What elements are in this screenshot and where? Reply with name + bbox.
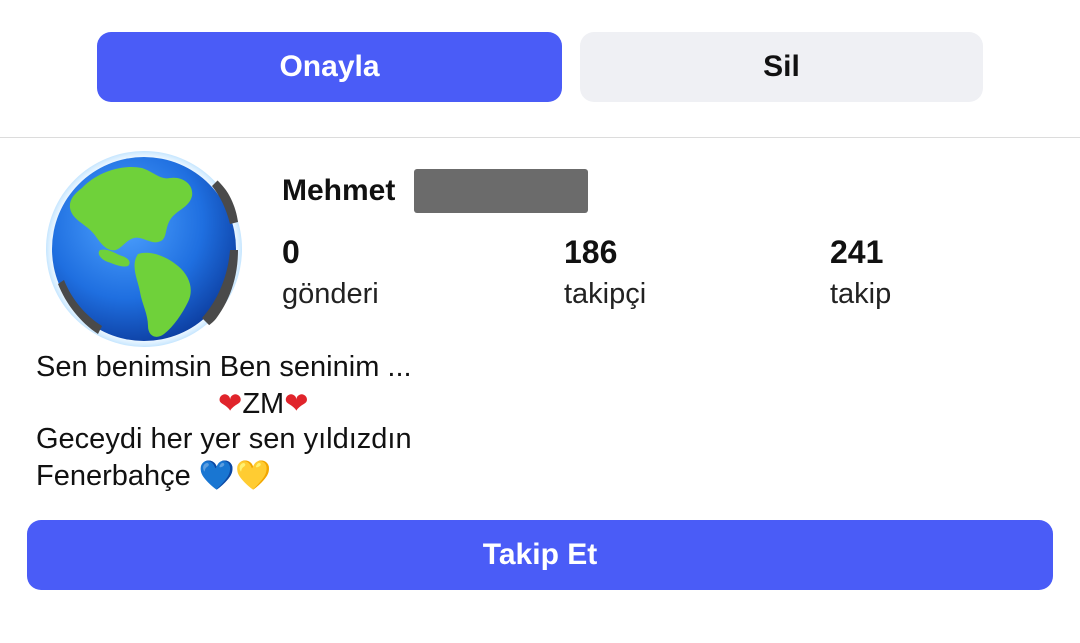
confirm-button[interactable]: Onayla [97,32,562,102]
globe-icon [46,151,242,347]
stat-followers[interactable]: 186 takipçi [564,232,646,316]
follow-button[interactable]: Takip Et [27,520,1053,590]
posts-count: 0 [282,234,300,270]
divider [0,137,1080,138]
profile-name: Mehmet [282,174,396,207]
posts-label: gönderi [282,278,379,310]
bio-initials: ZM [242,387,285,420]
following-label: takip [830,278,892,310]
yellow-heart-icon: 💛 [234,457,272,492]
bio-line-3: Geceydi her yer sen yıldızdın [36,423,412,455]
red-heart-icon: ❤ [284,385,309,420]
bio-team: Fenerbahçe [36,459,191,492]
followers-count: 186 [564,234,618,270]
blue-heart-icon: 💙 [198,457,235,492]
bio-line-4: Fenerbahçe 💙💛 [36,458,736,495]
bio: Sen benimsin Ben seninim ... ❤ZM❤ Geceyd… [36,350,736,494]
stat-posts[interactable]: 0 gönderi [282,232,379,316]
bio-line-1: Sen benimsin Ben seninim ... [36,351,412,383]
redacted-surname [414,169,588,213]
followers-label: takipçi [564,278,647,310]
bio-line-2: ❤ZM❤ [36,386,736,423]
red-heart-icon: ❤ [218,385,243,420]
following-count: 241 [830,234,884,270]
avatar[interactable] [42,150,246,348]
clipped-text-above [0,0,1080,6]
delete-button[interactable]: Sil [580,32,983,102]
stat-following[interactable]: 241 takip [830,232,891,316]
